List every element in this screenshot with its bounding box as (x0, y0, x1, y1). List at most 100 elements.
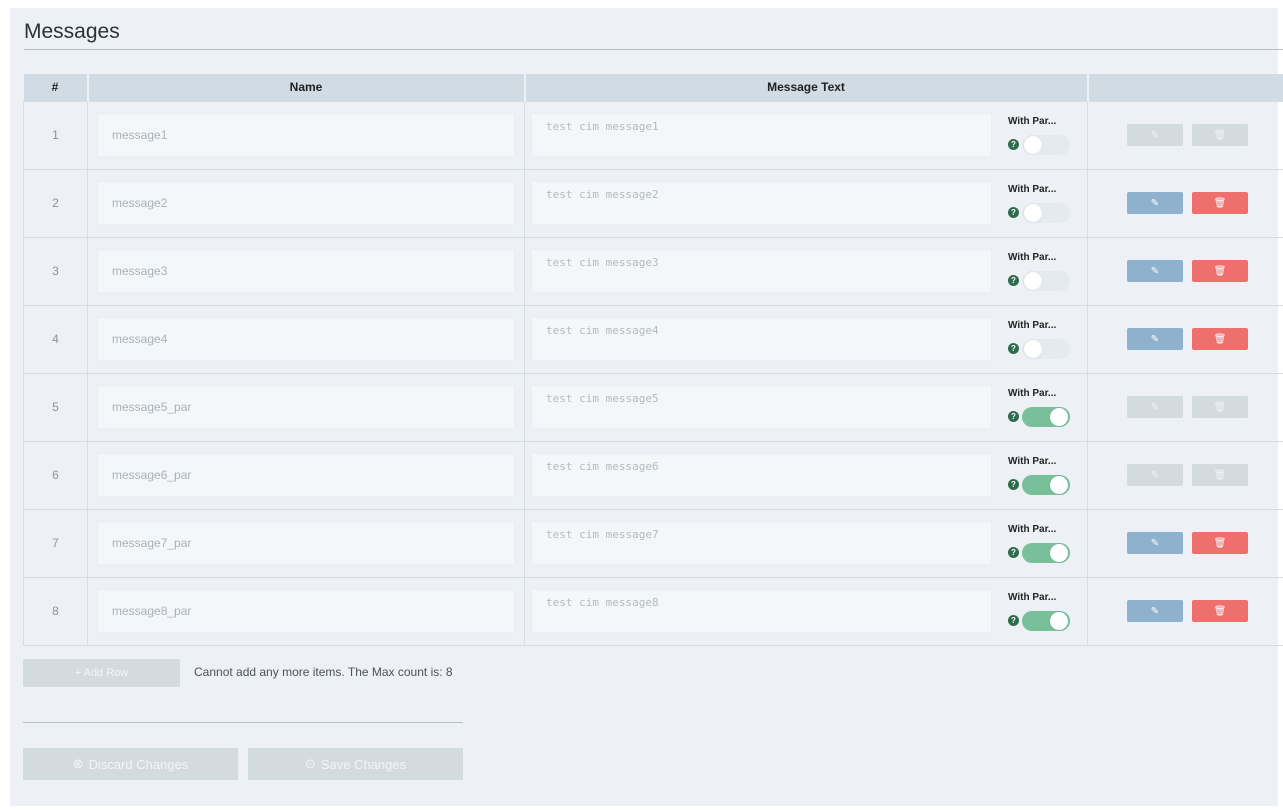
table-row: 6 message6_par test cim message6 With Pa… (23, 440, 1283, 510)
message-cell: test cim message8 With Par... ? (524, 576, 1088, 646)
message-cell: test cim message6 With Par... ? (524, 440, 1088, 510)
message-text-input[interactable]: test cim message6 (531, 453, 992, 497)
title-divider (24, 49, 1283, 50)
with-params-control: With Par... ? (1008, 252, 1074, 291)
message-text-input[interactable]: test cim message4 (531, 317, 992, 361)
edit-button[interactable]: ✎ (1127, 464, 1183, 486)
with-params-toggle[interactable] (1022, 474, 1070, 495)
name-cell: message3 (87, 236, 525, 306)
message-cell: test cim message1 With Par... ? (524, 100, 1088, 170)
footer-divider (23, 722, 463, 723)
message-cell: test cim message3 With Par... ? (524, 236, 1088, 306)
delete-button[interactable]: 🗑 (1192, 328, 1248, 350)
help-icon[interactable]: ? (1008, 479, 1019, 490)
message-text-input[interactable]: test cim message2 (531, 181, 992, 225)
delete-button[interactable]: 🗑 (1192, 464, 1248, 486)
actions-cell: ✎ 🗑 (1087, 304, 1283, 374)
name-input[interactable]: message7_par (97, 521, 515, 565)
save-label: Save Changes (320, 756, 407, 772)
edit-icon: ✎ (1150, 605, 1160, 617)
delete-button[interactable]: 🗑 (1192, 600, 1248, 622)
with-params-label: With Par... (1008, 319, 1057, 331)
toggle-knob (1050, 543, 1068, 562)
name-input[interactable]: message5_par (97, 385, 515, 429)
trash-icon: 🗑 (1213, 537, 1227, 549)
table-header-row: # Name Message Text (23, 74, 1283, 101)
actions-cell: ✎ 🗑 (1087, 440, 1283, 510)
help-icon[interactable]: ? (1008, 343, 1019, 354)
table-row: 5 message5_par test cim message5 With Pa… (23, 372, 1283, 442)
help-icon[interactable]: ? (1008, 275, 1019, 286)
discard-changes-button[interactable]: ⊗ Discard Changes (23, 748, 238, 780)
help-icon[interactable]: ? (1008, 139, 1019, 150)
row-index: 6 (23, 440, 88, 510)
edit-button[interactable]: ✎ (1127, 532, 1183, 554)
edit-button[interactable]: ✎ (1127, 192, 1183, 214)
toggle-knob (1050, 611, 1068, 630)
row-index: 2 (23, 168, 88, 238)
name-input[interactable]: message6_par (97, 453, 515, 497)
name-cell: message5_par (87, 372, 525, 442)
toggle-knob (1024, 271, 1042, 290)
name-cell: message4 (87, 304, 525, 374)
delete-button[interactable]: 🗑 (1192, 124, 1248, 146)
message-cell: test cim message2 With Par... ? (524, 168, 1088, 238)
edit-button[interactable]: ✎ (1127, 396, 1183, 418)
edit-icon: ✎ (1150, 333, 1160, 345)
edit-icon: ✎ (1150, 197, 1160, 209)
name-input[interactable]: message3 (97, 249, 515, 293)
actions-cell: ✎ 🗑 (1087, 168, 1283, 238)
with-params-label: With Par... (1008, 591, 1057, 603)
edit-icon: ✎ (1150, 265, 1160, 277)
message-cell: test cim message4 With Par... ? (524, 304, 1088, 374)
trash-icon: 🗑 (1213, 401, 1227, 413)
message-text-input[interactable]: test cim message7 (531, 521, 992, 565)
edit-icon: ✎ (1150, 129, 1160, 141)
edit-button[interactable]: ✎ (1127, 328, 1183, 350)
messages-panel: Messages # Name Message Text 1 message1 … (10, 8, 1283, 806)
with-params-toggle[interactable] (1022, 134, 1070, 155)
actions-cell: ✎ 🗑 (1087, 576, 1283, 646)
name-input[interactable]: message1 (97, 113, 515, 157)
actions-cell: ✎ 🗑 (1087, 236, 1283, 306)
add-row-button[interactable]: + Add Row (23, 659, 180, 687)
message-text-input[interactable]: test cim message5 (531, 385, 992, 429)
with-params-toggle[interactable] (1022, 338, 1070, 359)
help-icon[interactable]: ? (1008, 207, 1019, 218)
table-row: 8 message8_par test cim message8 With Pa… (23, 576, 1283, 646)
help-icon[interactable]: ? (1008, 547, 1019, 558)
edit-button[interactable]: ✎ (1127, 600, 1183, 622)
discard-label: Discard Changes (88, 756, 189, 772)
edit-icon: ✎ (1150, 537, 1160, 549)
message-text-input[interactable]: test cim message8 (531, 589, 992, 633)
edit-button[interactable]: ✎ (1127, 124, 1183, 146)
help-icon[interactable]: ? (1008, 411, 1019, 422)
save-changes-button[interactable]: ⊙ Save Changes (248, 748, 463, 780)
help-icon[interactable]: ? (1008, 615, 1019, 626)
message-text-input[interactable]: test cim message3 (531, 249, 992, 293)
header-message-text: Message Text (524, 74, 1089, 101)
with-params-label: With Par... (1008, 523, 1057, 535)
name-cell: message8_par (87, 576, 525, 646)
delete-button[interactable]: 🗑 (1192, 192, 1248, 214)
name-input[interactable]: message4 (97, 317, 515, 361)
name-input[interactable]: message2 (97, 181, 515, 225)
row-index: 3 (23, 236, 88, 306)
with-params-control: With Par... ? (1008, 116, 1074, 155)
toggle-knob (1024, 135, 1042, 154)
header-index: # (23, 74, 89, 101)
with-params-toggle[interactable] (1022, 542, 1070, 563)
with-params-toggle[interactable] (1022, 202, 1070, 223)
with-params-toggle[interactable] (1022, 270, 1070, 291)
delete-button[interactable]: 🗑 (1192, 396, 1248, 418)
with-params-toggle[interactable] (1022, 610, 1070, 631)
table-row: 7 message7_par test cim message7 With Pa… (23, 508, 1283, 578)
name-input[interactable]: message8_par (97, 589, 515, 633)
with-params-label: With Par... (1008, 387, 1057, 399)
delete-button[interactable]: 🗑 (1192, 532, 1248, 554)
message-text-input[interactable]: test cim message1 (531, 113, 992, 157)
toggle-knob (1050, 475, 1068, 494)
delete-button[interactable]: 🗑 (1192, 260, 1248, 282)
edit-button[interactable]: ✎ (1127, 260, 1183, 282)
with-params-toggle[interactable] (1022, 406, 1070, 427)
